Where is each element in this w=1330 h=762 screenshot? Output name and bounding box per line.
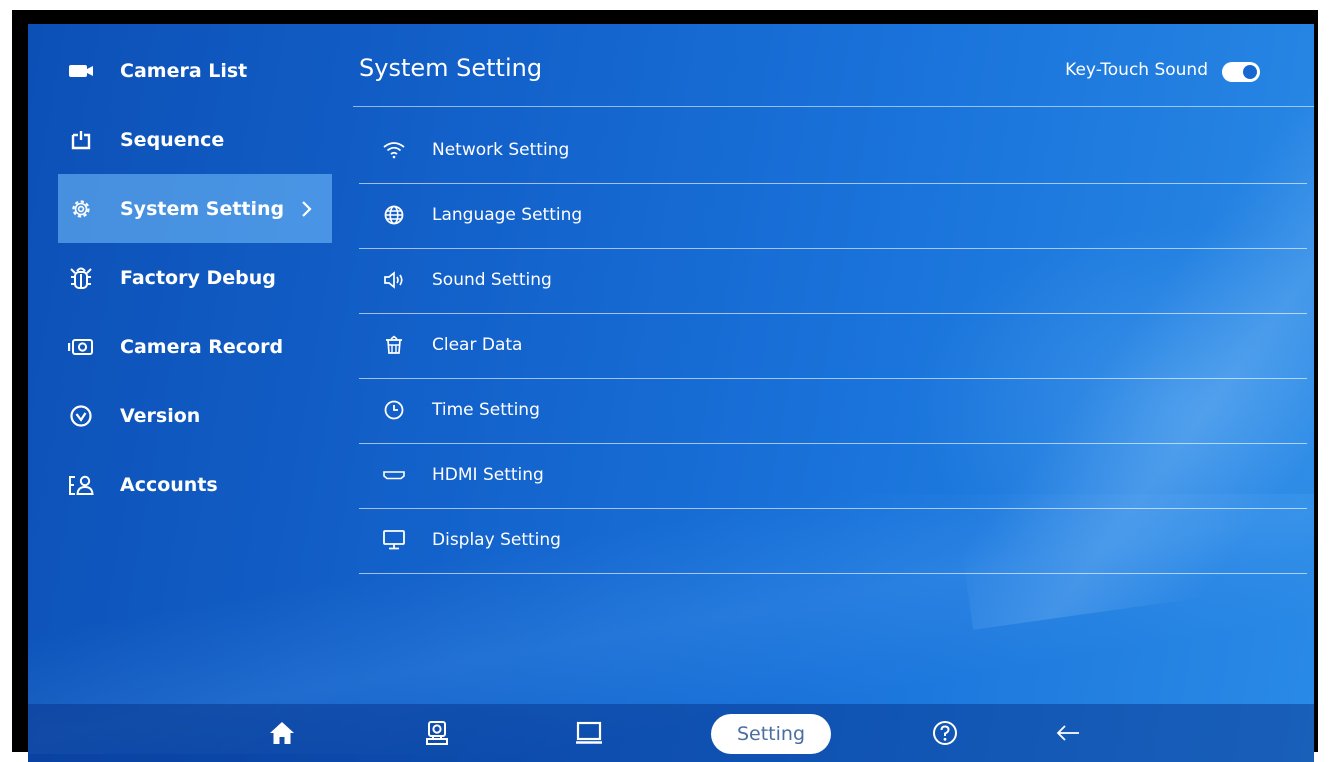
page-title: System Setting (359, 54, 543, 82)
sidebar-item-label: Accounts (120, 473, 218, 496)
header-divider (353, 106, 1314, 107)
camera-icon (68, 58, 94, 84)
sidebar-item-factory-debug[interactable]: Factory Debug (58, 243, 332, 312)
settings-item-label: HDMI Setting (432, 465, 544, 485)
settings-item-label: Network Setting (432, 140, 570, 160)
settings-item-network[interactable]: Network Setting (359, 119, 1307, 184)
clock-icon (383, 399, 405, 421)
sidebar-item-label: Sequence (120, 128, 225, 151)
sidebar-item-label: Version (120, 404, 201, 427)
sidebar-item-camera-record[interactable]: Camera Record (58, 312, 332, 381)
home-icon[interactable] (267, 718, 297, 748)
sidebar-item-label: System Setting (120, 197, 285, 220)
screen-icon[interactable] (574, 718, 604, 748)
debug-bug-icon (68, 265, 94, 291)
bottom-navigation-bar: Setting (28, 704, 1314, 762)
camera-mount-icon[interactable] (422, 718, 452, 748)
app-screen: Camera List Sequence System Setting Fact… (28, 24, 1314, 762)
settings-item-label: Language Setting (432, 205, 583, 225)
sidebar-item-sequence[interactable]: Sequence (58, 105, 332, 174)
accounts-icon (68, 472, 94, 498)
sidebar-item-accounts[interactable]: Accounts (58, 450, 332, 519)
sidebar-item-version[interactable]: Version (58, 381, 332, 450)
sidebar-item-label: Factory Debug (120, 266, 276, 289)
sidebar: Camera List Sequence System Setting Fact… (58, 36, 332, 519)
key-touch-sound-toggle[interactable] (1222, 62, 1260, 82)
globe-icon (383, 204, 405, 226)
monitor-icon (383, 529, 405, 551)
back-arrow-icon[interactable] (1053, 718, 1083, 748)
toggle-knob (1243, 65, 1257, 79)
settings-item-sound[interactable]: Sound Setting (359, 249, 1307, 314)
help-icon[interactable] (930, 718, 960, 748)
version-check-icon (68, 403, 94, 429)
sidebar-item-camera-list[interactable]: Camera List (58, 36, 332, 105)
settings-item-label: Sound Setting (432, 270, 552, 290)
settings-item-label: Clear Data (432, 335, 523, 355)
settings-item-label: Display Setting (432, 530, 561, 550)
hdmi-icon (383, 464, 405, 486)
settings-item-label: Time Setting (432, 400, 540, 420)
device-frame: Camera List Sequence System Setting Fact… (12, 10, 1318, 762)
setting-tab-button[interactable]: Setting (711, 714, 831, 754)
wifi-icon (383, 139, 405, 161)
settings-item-language[interactable]: Language Setting (359, 184, 1307, 249)
camera-record-icon (68, 334, 94, 360)
chevron-right-icon (300, 199, 314, 219)
sequence-icon (68, 127, 94, 153)
settings-item-display[interactable]: Display Setting (359, 509, 1307, 574)
settings-list: Network Setting Language Setting Sound S… (359, 119, 1307, 574)
sidebar-item-label: Camera Record (120, 335, 284, 358)
settings-item-hdmi[interactable]: HDMI Setting (359, 444, 1307, 509)
settings-item-time[interactable]: Time Setting (359, 379, 1307, 444)
speaker-icon (383, 269, 405, 291)
sidebar-item-label: Camera List (120, 59, 248, 82)
settings-item-clear-data[interactable]: Clear Data (359, 314, 1307, 379)
trash-icon (383, 334, 405, 356)
gear-icon (68, 196, 94, 222)
key-touch-sound-label: Key-Touch Sound (1065, 60, 1208, 80)
sidebar-item-system-setting[interactable]: System Setting (58, 174, 332, 243)
